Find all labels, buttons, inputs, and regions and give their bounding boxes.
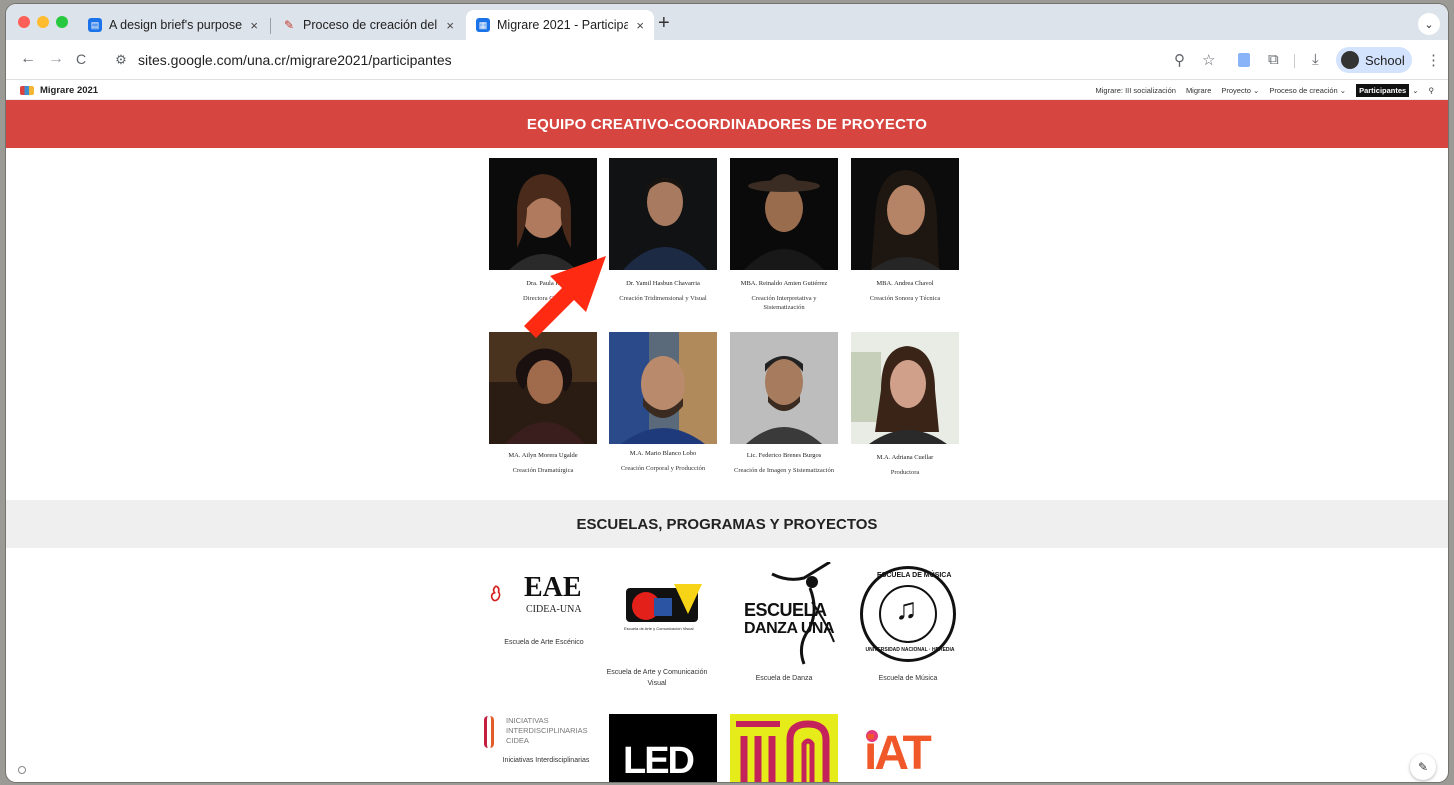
eae-logo[interactable]: EAE CIDEA-UNA	[490, 566, 600, 622]
program-caption-iniciativas: Iniciativas Interdisciplinarias	[502, 757, 590, 764]
site-logo-icon[interactable]	[20, 86, 34, 95]
iniciativas-line-3: CIDEA	[506, 736, 529, 745]
acv-logo-tri	[674, 584, 702, 614]
sites-favicon-icon: ▦	[476, 18, 490, 32]
acv-logo-sub: Escuela de Arte y Comunicación Visual	[624, 626, 694, 631]
danza-logo[interactable]: ESCUELA DANZA UNA	[734, 562, 844, 666]
profile-button[interactable]: School	[1336, 47, 1412, 73]
site-title[interactable]: Migrare 2021	[40, 85, 98, 96]
site-nav: Migrare: III socialización Migrare Proye…	[1085, 84, 1434, 97]
team-photo-3	[730, 158, 838, 270]
yellow-program-logo[interactable]	[730, 714, 838, 782]
minimize-window-button[interactable]	[37, 16, 49, 28]
nav-item-migrare[interactable]: Migrare	[1186, 86, 1211, 95]
slides-favicon-icon: ▤	[88, 18, 102, 32]
iniciativas-line-1: INICIATIVAS	[506, 716, 549, 725]
address-bar[interactable]: ⚙ sites.google.com/una.cr/migrare2021/pa…	[108, 46, 1228, 74]
site-settings-icon[interactable]: ⚙	[112, 52, 130, 68]
reading-list-icon[interactable]	[1238, 53, 1250, 67]
iniciativas-logo[interactable]: INICIATIVAS INTERDISCIPLINARIAS CIDEA	[482, 714, 612, 754]
team-role-8: Productora	[890, 469, 920, 476]
team-role-6: Creación Corporal y Producción	[620, 465, 706, 472]
school-caption-musica: Escuela de Música	[878, 675, 938, 682]
edit-pencil-button[interactable]: ✎	[1410, 754, 1436, 780]
musica-logo[interactable]: ♫ ESCUELA DE MÚSICA UNIVERSIDAD NACIONAL…	[860, 566, 956, 662]
tab-title: A design brief's purpose is to	[109, 18, 243, 32]
iat-logo[interactable]: iAT	[860, 722, 960, 782]
pen-favicon-icon: ✎	[283, 18, 295, 32]
separator-bar	[1294, 54, 1295, 68]
site-search-icon[interactable]: ⚲	[1429, 86, 1435, 95]
team-role-3: Creación Interpretativa y Sistematizació…	[751, 295, 817, 312]
team-photo-4	[851, 158, 959, 270]
tab-design-brief[interactable]: ▤ A design brief's purpose is to ×	[78, 10, 268, 40]
iniciativas-mark	[484, 716, 494, 748]
tab-participantes[interactable]: ▦ Migrare 2021 - Participantes ×	[466, 10, 654, 40]
team-name-6: M.A. Mario Blanco Lobo	[629, 450, 697, 457]
team-photo-8	[851, 332, 959, 444]
tab-proceso[interactable]: ✎ Proceso de creación del even ×	[272, 10, 464, 40]
tab-close-icon[interactable]: ×	[250, 18, 258, 33]
tab-close-icon[interactable]: ×	[636, 18, 644, 33]
musica-logo-sub: UNIVERSIDAD NACIONAL · HEREDIA	[865, 647, 955, 653]
maximize-window-button[interactable]	[56, 16, 68, 28]
school-caption-eae: Escuela de Arte Escénico	[504, 639, 584, 646]
tab-search-button[interactable]: ⌄	[1418, 13, 1440, 35]
new-tab-button[interactable]: +	[658, 12, 670, 35]
tab-title: Migrare 2021 - Participantes	[497, 18, 629, 32]
nav-item-proyecto[interactable]: Proyecto ⌄	[1221, 86, 1259, 95]
led-logo-text: LED	[623, 740, 695, 782]
iniciativas-line-2: INTERDISCIPLINARIAS	[506, 726, 588, 735]
info-icon[interactable]	[18, 766, 26, 774]
profile-label: School	[1365, 52, 1405, 68]
music-lyre-icon: ♫	[895, 593, 918, 626]
tab-separator	[270, 18, 271, 34]
site-header: Migrare 2021 Migrare: III socialización …	[6, 81, 1448, 100]
team-role-5: Creación Dramatúrgica	[512, 467, 574, 474]
acv-logo[interactable]: acv Escuela de Arte y Comunicación Visua…	[624, 582, 706, 642]
team-role-7: Creación de Imagen y Sistematización	[734, 467, 834, 474]
download-icon[interactable]: ⤓	[1312, 51, 1319, 68]
browser-window: ▤ A design brief's purpose is to × ✎ Pro…	[6, 4, 1448, 782]
iat-logo-text: iAT	[864, 727, 932, 780]
back-icon[interactable]: ←	[20, 50, 36, 68]
danza-logo-sub: DANZA UNA	[744, 620, 835, 637]
team-photo-7	[730, 332, 838, 444]
browser-menu-icon[interactable]: ⋮	[1426, 51, 1441, 69]
extensions-icon[interactable]: ⧉	[1268, 51, 1279, 68]
forward-icon[interactable]: →	[48, 50, 64, 68]
musica-logo-text: ESCUELA DE MÚSICA	[877, 572, 952, 579]
nav-item-socializacion[interactable]: Migrare: III socialización	[1095, 86, 1175, 95]
close-window-button[interactable]	[18, 16, 30, 28]
bookmark-star-icon[interactable]: ☆	[1202, 51, 1215, 69]
url-text: sites.google.com/una.cr/migrare2021/part…	[138, 52, 452, 68]
school-caption-danza: Escuela de Danza	[755, 675, 813, 682]
eae-logo-text: EAE	[524, 572, 582, 603]
nav-item-proceso[interactable]: Proceso de creación ⌄	[1269, 86, 1346, 95]
team-name-8: M.A. Adriana Cuellar	[876, 454, 934, 461]
team-role-4: Creación Sonora y Técnica	[869, 295, 941, 302]
team-name-7: Lic. Federico Brenes Burgos	[746, 452, 822, 459]
school-caption-acv: Escuela de Arte y Comunicación Visual	[606, 669, 708, 687]
acv-logo-square	[654, 598, 672, 616]
team-name-5: MA. Ailyn Morera Ugalde	[508, 452, 578, 459]
browser-toolbar: ← → C ⚙ sites.google.com/una.cr/migrare2…	[6, 40, 1448, 80]
chevron-down-icon[interactable]: ⌄	[1412, 86, 1418, 95]
danza-logo-text: ESCUELA	[744, 600, 827, 620]
tab-close-icon[interactable]: ×	[446, 18, 454, 33]
tab-title: Proceso de creación del even	[303, 18, 438, 32]
section-title-escuelas: ESCUELAS, PROGRAMAS Y PROYECTOS	[6, 500, 1448, 548]
reload-icon[interactable]: C	[76, 51, 86, 67]
team-name-3: MBA. Reinaldo Amien Gutiérrez	[740, 280, 828, 287]
avatar	[1341, 51, 1359, 69]
zoom-icon[interactable]: ⚲	[1174, 51, 1185, 69]
eae-logo-sub: CIDEA-UNA	[526, 604, 582, 615]
tab-strip: ▤ A design brief's purpose is to × ✎ Pro…	[6, 4, 1448, 40]
team-name-4: MBA. Andrea Chavol	[876, 280, 934, 287]
nav-item-participantes[interactable]: Participantes	[1356, 84, 1410, 97]
annotation-arrow-icon	[524, 256, 606, 338]
led-logo[interactable]: LED	[609, 714, 717, 782]
section-title-equipo: EQUIPO CREATIVO-COORDINADORES DE PROYECT…	[6, 100, 1448, 148]
